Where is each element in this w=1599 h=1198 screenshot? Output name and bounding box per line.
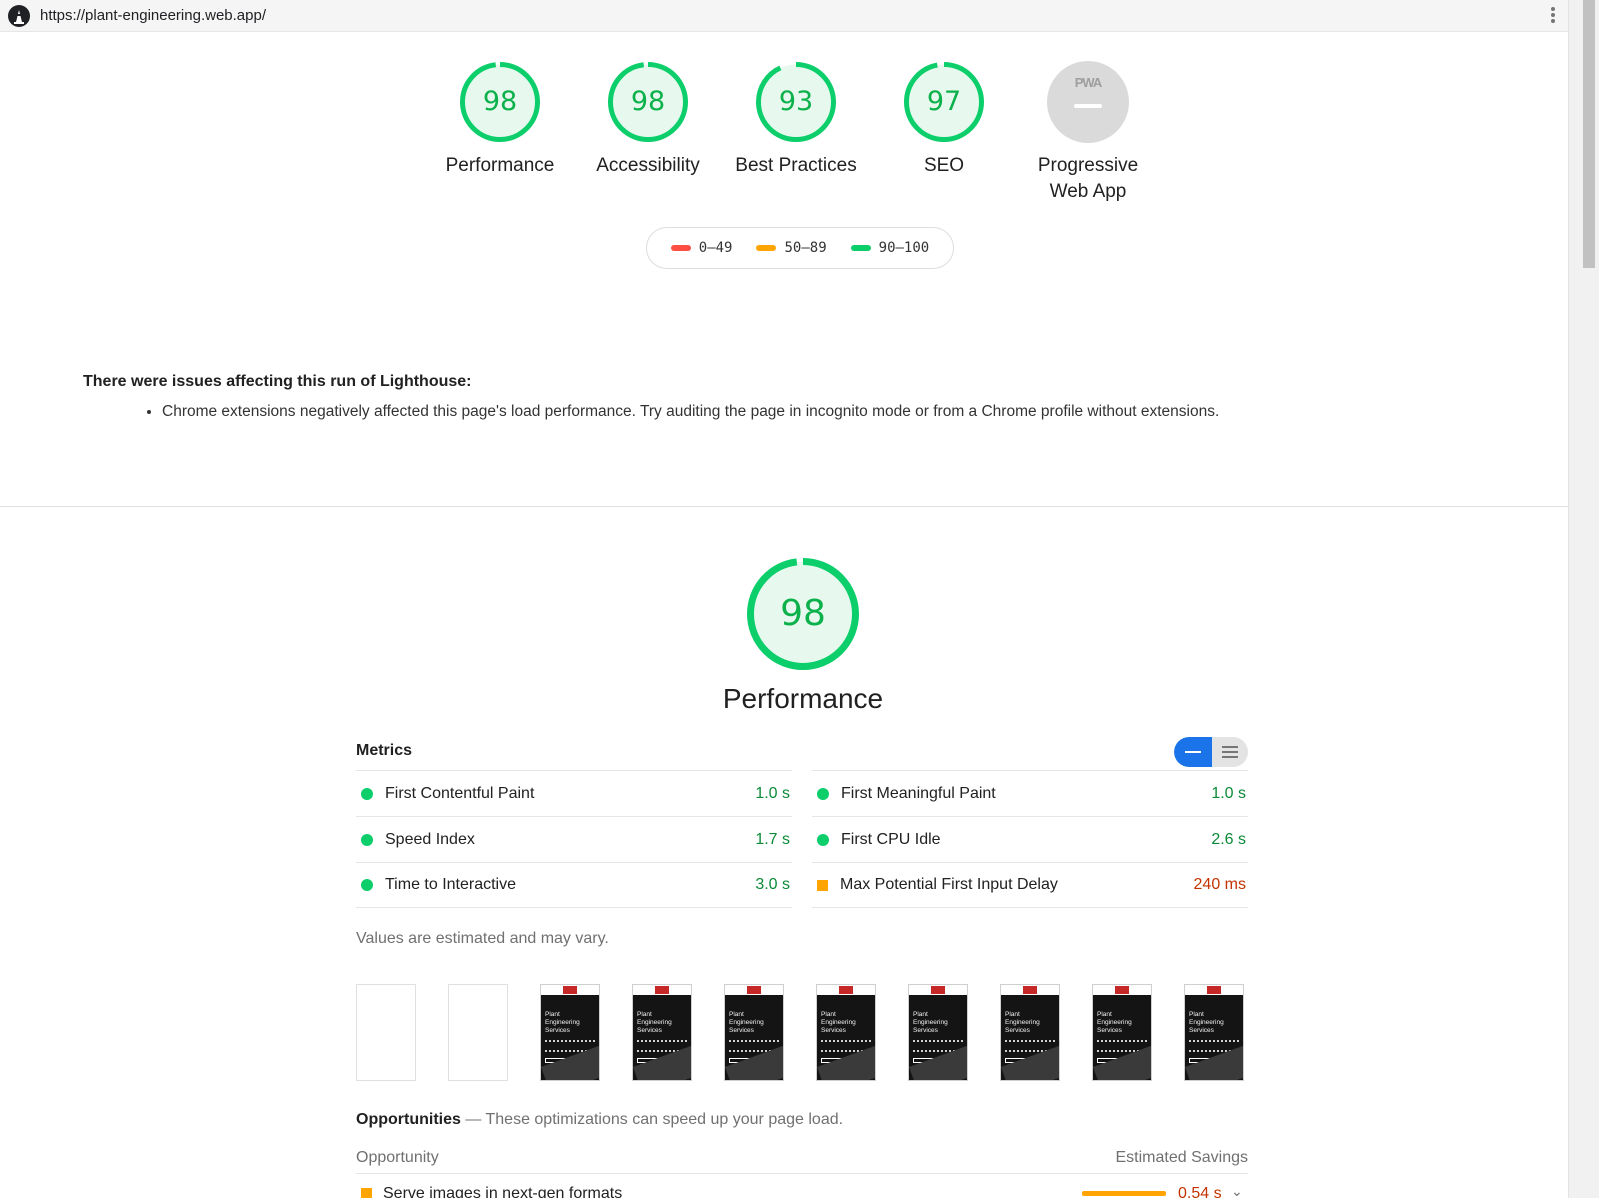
metrics-heading: Metrics: [356, 742, 413, 759]
filmstrip-frame: Plant Engineering Services: [908, 984, 968, 1081]
gauge-score: 93: [778, 86, 814, 117]
url-bar: https://plant-engineering.web.app/: [0, 0, 1568, 32]
pass-icon: [817, 787, 829, 800]
more-options-icon[interactable]: [1548, 6, 1558, 26]
gauge-label: SEO: [923, 155, 965, 176]
gauge-best-practices[interactable]: 93 Best Practices: [721, 61, 871, 179]
pass-icon: [817, 833, 829, 846]
metrics-right-column: First Meaningful Paint 1.0 s First CPU Id…: [812, 770, 1248, 908]
opportunity-label: Serve images in next-gen formats: [383, 1185, 623, 1198]
score-legend: 0–49 50–89 90–100: [646, 227, 954, 269]
performance-score: 98: [780, 593, 826, 634]
filmstrip-frame: Plant Engineering Services: [540, 984, 600, 1081]
metric-time-to-interactive: Time to Interactive 3.0 s: [356, 862, 792, 908]
savings-bar: [1082, 1191, 1166, 1196]
scrollbar-thumb[interactable]: [1583, 0, 1595, 268]
gauge-label-line1: Progressive: [1037, 155, 1139, 176]
filmstrip-frame: Plant Engineering Services: [1000, 984, 1060, 1081]
divider: [0, 506, 1568, 507]
gauge-accessibility[interactable]: 98 Accessibility: [573, 61, 723, 179]
filmstrip-frame: Plant Engineering Services: [1184, 984, 1244, 1081]
opportunities-heading: Opportunities — These optimizations can …: [356, 1111, 844, 1128]
metrics-left-column: First Contentful Paint 1.0 s Speed Index 1…: [356, 770, 792, 908]
gauge-label: Accessibility: [596, 155, 700, 176]
pass-icon: [361, 833, 373, 846]
warnings-title: There were issues affecting this run of …: [83, 373, 472, 390]
average-icon: [361, 1188, 372, 1198]
filmstrip-frame-blank: [448, 984, 508, 1081]
gauge-label: Best Practices: [735, 155, 857, 176]
filmstrip-frame: Plant Engineering Services: [1092, 984, 1152, 1081]
metrics-view-toggle[interactable]: [1174, 737, 1248, 767]
filmstrip-frame: Plant Engineering Services: [816, 984, 876, 1081]
filmstrip-frame: Plant Engineering Services: [632, 984, 692, 1081]
gauge-performance[interactable]: 98 Performance: [425, 61, 575, 179]
estimated-note: Values are estimated and may vary.: [356, 930, 609, 947]
pwa-badge-icon: PWA: [1047, 61, 1129, 143]
gauge-score: 97: [926, 86, 962, 117]
opportunity-row[interactable]: Serve images in next-gen formats 0.54 s …: [356, 1173, 1248, 1198]
gauge-seo[interactable]: 97 SEO: [869, 61, 1019, 179]
gauge-ring: 98: [459, 61, 541, 143]
compact-view-icon[interactable]: [1174, 737, 1212, 767]
page-url: https://plant-engineering.web.app/: [40, 7, 266, 24]
gauge-score: 98: [482, 86, 518, 117]
performance-gauge: 98: [746, 557, 860, 671]
opportunities-columns: Opportunity Estimated Savings: [356, 1149, 1248, 1167]
gauge-pwa[interactable]: PWA Progressive Web App: [1013, 61, 1163, 205]
warnings-list: Chrome extensions negatively affected th…: [146, 403, 1219, 421]
column-estimated-savings: Estimated Savings: [1115, 1149, 1248, 1166]
savings-value: 0.54 s: [1178, 1185, 1222, 1198]
column-opportunity: Opportunity: [356, 1149, 439, 1166]
pwa-badge-text: PWA: [1074, 75, 1103, 90]
gauge-ring: 98: [607, 61, 689, 143]
metric-speed-index: Speed Index 1.7 s: [356, 816, 792, 862]
gauge-ring: 97: [903, 61, 985, 143]
warning-item: Chrome extensions negatively affected th…: [162, 403, 1219, 421]
gauge-label: Performance: [445, 155, 555, 176]
filmstrip-frame: Plant Engineering Services: [724, 984, 784, 1081]
legend-pass: 90–100: [850, 240, 929, 256]
metric-first-contentful-paint: First Contentful Paint 1.0 s: [356, 770, 792, 816]
pass-icon: [361, 787, 373, 800]
gauge-ring: 93: [755, 61, 837, 143]
pass-icon: [361, 879, 373, 891]
gauge-label-line2: Web App: [1049, 181, 1127, 202]
performance-title: Performance: [722, 683, 884, 714]
lighthouse-icon: [8, 5, 30, 27]
chevron-down-icon[interactable]: ⌄: [1231, 1183, 1243, 1198]
scrollbar[interactable]: [1568, 0, 1599, 1198]
legend-average: 50–89: [756, 240, 827, 256]
filmstrip-frame-blank: [356, 984, 416, 1081]
gauge-score: 98: [630, 86, 666, 117]
legend-fail: 0–49: [670, 240, 732, 256]
metric-first-cpu-idle: First CPU Idle 2.6 s: [812, 816, 1248, 862]
average-icon: [817, 879, 828, 891]
metric-first-meaningful-paint: First Meaningful Paint 1.0 s: [812, 770, 1248, 816]
metric-max-potential-fid: Max Potential First Input Delay 240 ms: [812, 862, 1248, 908]
